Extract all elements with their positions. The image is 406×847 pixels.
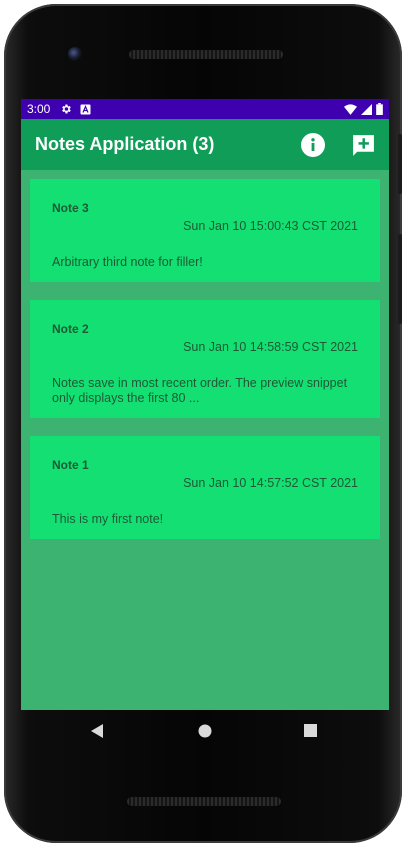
status-bar: 3:00: [21, 99, 389, 119]
note-card[interactable]: Note 3 Sun Jan 10 15:00:43 CST 2021 Arbi…: [30, 179, 380, 282]
top-speaker: [129, 50, 283, 59]
app-title: Notes Application (3): [35, 134, 215, 154]
note-card[interactable]: Note 1 Sun Jan 10 14:57:52 CST 2021 This…: [30, 436, 380, 539]
note-card[interactable]: Note 2 Sun Jan 10 14:58:59 CST 2021 Note…: [30, 300, 380, 418]
note-date: Sun Jan 10 14:57:52 CST 2021: [183, 476, 358, 490]
note-title: Note 3: [52, 201, 89, 215]
info-icon[interactable]: [300, 132, 326, 158]
note-preview: Arbitrary third note for filler!: [52, 255, 203, 269]
note-preview: This is my first note!: [52, 512, 164, 526]
add-note-icon[interactable]: [350, 132, 376, 158]
wifi-icon: [344, 103, 357, 115]
note-preview: Notes save in most recent order. The pre…: [52, 376, 348, 405]
note-date: Sun Jan 10 15:00:43 CST 2021: [183, 219, 358, 233]
notes-list: Note 3 Sun Jan 10 15:00:43 CST 2021 Arbi…: [21, 170, 389, 539]
settings-icon: [60, 103, 72, 115]
battery-icon: [376, 103, 383, 115]
front-camera: [68, 47, 82, 61]
signal-icon: [361, 103, 372, 115]
screen: 3:00 Notes Application (3) Note 3 Sun Ja…: [21, 99, 389, 710]
note-title: Note 2: [52, 322, 89, 336]
power-button: [398, 134, 402, 194]
bottom-speaker: [127, 797, 281, 806]
recents-icon[interactable]: [304, 724, 317, 742]
volume-button: [398, 234, 402, 324]
home-icon[interactable]: [198, 724, 212, 743]
status-time: 3:00: [27, 102, 51, 116]
a-icon: [80, 104, 91, 115]
note-title: Note 1: [52, 458, 89, 472]
back-icon[interactable]: [90, 724, 104, 743]
app-bar: Notes Application (3): [21, 119, 389, 170]
note-date: Sun Jan 10 14:58:59 CST 2021: [183, 340, 358, 354]
navigation-bar: [21, 712, 389, 752]
